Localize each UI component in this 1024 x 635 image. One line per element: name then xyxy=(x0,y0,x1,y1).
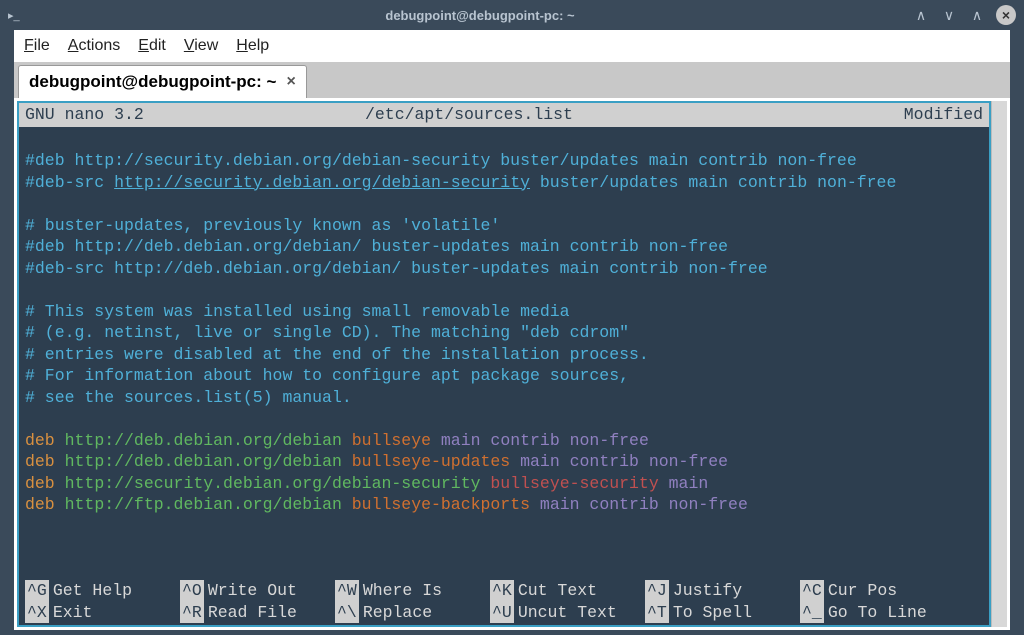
nano-shortcut: ^\ Replace xyxy=(335,602,490,624)
menu-file[interactable]: File xyxy=(24,37,50,55)
nano-line: # entries were disabled at the end of th… xyxy=(25,344,983,366)
shortcut-label: Get Help xyxy=(53,580,132,602)
menu-help[interactable]: Help xyxy=(236,37,269,55)
terminal-app-icon: ▸_ xyxy=(8,9,20,22)
nano-content[interactable]: #deb http://security.debian.org/debian-s… xyxy=(19,127,989,581)
nano-filename: /etc/apt/sources.list xyxy=(365,104,863,126)
nano-footer-row: ^X Exit^R Read File^\ Replace^U Uncut Te… xyxy=(25,602,983,624)
shortcut-label: Replace xyxy=(363,602,432,624)
shortcut-label: Cut Text xyxy=(518,580,597,602)
shortcut-label: Exit xyxy=(53,602,93,624)
shortcut-key: ^J xyxy=(645,580,669,602)
nano-line: deb http://deb.debian.org/debian bullsey… xyxy=(25,451,983,473)
nano-line xyxy=(25,408,983,430)
nano-line: #deb http://deb.debian.org/debian/ buste… xyxy=(25,236,983,258)
nano-version: GNU nano 3.2 xyxy=(25,104,365,126)
shortcut-key: ^R xyxy=(180,602,204,624)
nano-shortcut: ^T To Spell xyxy=(645,602,800,624)
shortcut-label: Justify xyxy=(673,580,742,602)
shortcut-key: ^C xyxy=(800,580,824,602)
shortcut-key: ^_ xyxy=(800,602,824,624)
nano-line xyxy=(25,279,983,301)
shortcut-label: Go To Line xyxy=(828,602,927,624)
menu-view[interactable]: View xyxy=(184,37,218,55)
nano-line: # (e.g. netinst, live or single CD). The… xyxy=(25,322,983,344)
shortcut-label: Uncut Text xyxy=(518,602,617,624)
minimize-icon[interactable]: ∧ xyxy=(912,6,930,24)
nano-footer-row: ^G Get Help^O Write Out^W Where Is^K Cut… xyxy=(25,580,983,602)
shortcut-key: ^T xyxy=(645,602,669,624)
nano-line: # buster-updates, previously known as 'v… xyxy=(25,215,983,237)
terminal-container: GNU nano 3.2 /etc/apt/sources.list Modif… xyxy=(14,98,1010,630)
nano-shortcut: ^J Justify xyxy=(645,580,800,602)
window-title: debugpoint@debugpoint-pc: ~ xyxy=(48,8,912,23)
scrollbar[interactable] xyxy=(991,101,1007,627)
nano-shortcut: ^R Read File xyxy=(180,602,335,624)
shortcut-key: ^U xyxy=(490,602,514,624)
nano-line: deb http://ftp.debian.org/debian bullsey… xyxy=(25,494,983,516)
maximize-down-icon[interactable]: ∨ xyxy=(940,6,958,24)
shortcut-key: ^W xyxy=(335,580,359,602)
menu-actions[interactable]: Actions xyxy=(68,37,120,55)
menu-edit[interactable]: Edit xyxy=(138,37,166,55)
nano-status: Modified xyxy=(863,104,983,126)
titlebar: ▸_ debugpoint@debugpoint-pc: ~ ∧ ∨ ∧ × xyxy=(0,0,1024,30)
shortcut-label: Write Out xyxy=(208,580,297,602)
shortcut-key: ^G xyxy=(25,580,49,602)
shortcut-label: To Spell xyxy=(673,602,752,624)
shortcut-key: ^\ xyxy=(335,602,359,624)
nano-shortcut: ^U Uncut Text xyxy=(490,602,645,624)
nano-line: deb http://deb.debian.org/debian bullsey… xyxy=(25,430,983,452)
nano-shortcut: ^_ Go To Line xyxy=(800,602,955,624)
nano-shortcut: ^X Exit xyxy=(25,602,180,624)
tabbar: debugpoint@debugpoint-pc: ~ × xyxy=(14,62,1010,98)
nano-line: #deb http://security.debian.org/debian-s… xyxy=(25,150,983,172)
nano-shortcut: ^W Where Is xyxy=(335,580,490,602)
shortcut-label: Read File xyxy=(208,602,297,624)
titlebar-left: ▸_ xyxy=(8,9,48,22)
tab-close-icon[interactable]: × xyxy=(286,73,295,91)
nano-footer: ^G Get Help^O Write Out^W Where Is^K Cut… xyxy=(19,580,989,625)
maximize-up-icon[interactable]: ∧ xyxy=(968,6,986,24)
nano-shortcut: ^G Get Help xyxy=(25,580,180,602)
nano-line: deb http://security.debian.org/debian-se… xyxy=(25,473,983,495)
terminal[interactable]: GNU nano 3.2 /etc/apt/sources.list Modif… xyxy=(17,101,991,627)
nano-shortcut: ^C Cur Pos xyxy=(800,580,955,602)
nano-line: # This system was installed using small … xyxy=(25,301,983,323)
shortcut-key: ^X xyxy=(25,602,49,624)
shortcut-label: Cur Pos xyxy=(828,580,897,602)
nano-line xyxy=(25,193,983,215)
nano-line: # see the sources.list(5) manual. xyxy=(25,387,983,409)
nano-line: #deb-src http://security.debian.org/debi… xyxy=(25,172,983,194)
shortcut-key: ^O xyxy=(180,580,204,602)
menubar: File Actions Edit View Help xyxy=(14,30,1010,62)
shortcut-label: Where Is xyxy=(363,580,442,602)
tab-label: debugpoint@debugpoint-pc: ~ xyxy=(29,72,276,92)
nano-line: # For information about how to configure… xyxy=(25,365,983,387)
window-controls: ∧ ∨ ∧ × xyxy=(912,5,1016,25)
close-icon[interactable]: × xyxy=(996,5,1016,25)
shortcut-key: ^K xyxy=(490,580,514,602)
tab-terminal[interactable]: debugpoint@debugpoint-pc: ~ × xyxy=(18,65,307,98)
nano-shortcut: ^K Cut Text xyxy=(490,580,645,602)
app-window: File Actions Edit View Help debugpoint@d… xyxy=(14,30,1010,630)
nano-shortcut: ^O Write Out xyxy=(180,580,335,602)
nano-line: #deb-src http://deb.debian.org/debian/ b… xyxy=(25,258,983,280)
nano-header: GNU nano 3.2 /etc/apt/sources.list Modif… xyxy=(19,103,989,127)
